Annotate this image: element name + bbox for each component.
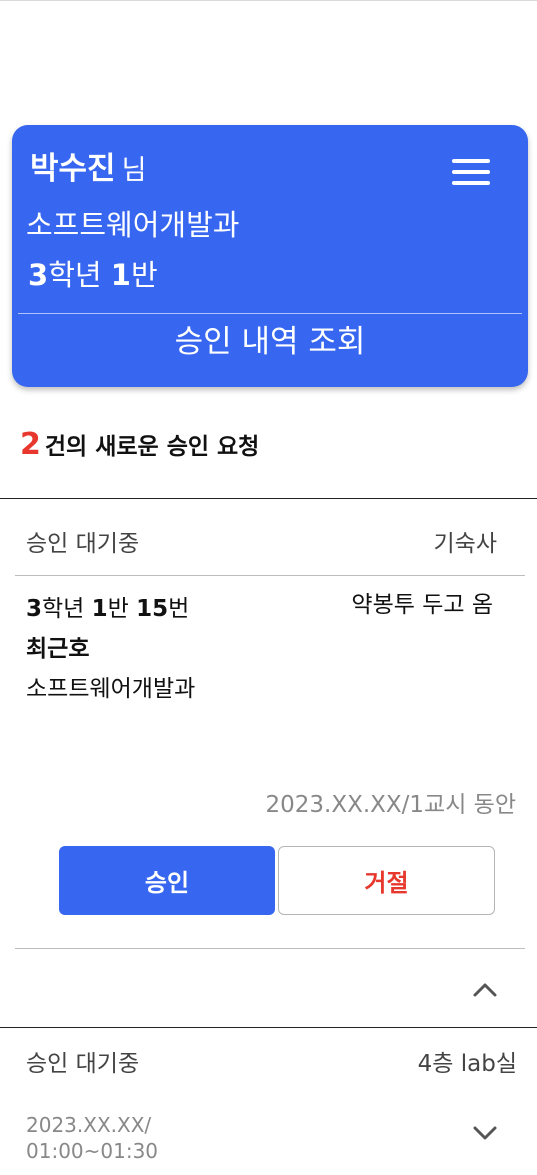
student-name: 최근호 [26,636,90,662]
request-date: 2023.XX.XX/ [26,1113,152,1137]
student-department: 소프트웨어개발과 [26,676,196,702]
menu-bar [452,159,490,163]
request-period: 2023.XX.XX/1교시 동안 [265,792,516,818]
request-status: 승인 대기중 [26,531,140,557]
student-class-number: 1 [91,596,108,622]
approve-button[interactable]: 승인 [59,846,275,915]
student-grade-word: 학년 [42,596,92,622]
new-request-count: 2 [20,427,41,462]
top-border [0,0,537,1]
class-number: 1 [110,258,131,292]
user-department: 소프트웨어개발과 [26,208,240,242]
profile-card: 박수진 님 소프트웨어개발과 3학년 1반 승인 내역 조회 [12,125,528,387]
request-place: 4층 lab실 [417,1051,517,1077]
approval-history-link[interactable]: 승인 내역 조회 [12,321,528,363]
section-divider [0,498,537,499]
chevron-down-icon[interactable] [472,1123,498,1143]
student-class-word: 반 [107,596,137,622]
menu-bar [452,181,490,185]
user-name: 박수진 [30,151,116,187]
section-divider [0,1027,537,1028]
request-footer-divider [15,948,525,949]
card-divider [18,313,522,314]
student-grade-class-number: 3학년 1반 15번 [26,592,189,626]
user-grade-class: 3학년 1반 [28,255,158,295]
request-time: 01:00~01:30 [26,1139,159,1163]
new-request-text: 건의 새로운 승인 요청 [44,434,260,460]
grade-word: 학년 [48,258,111,292]
request-header-divider [15,575,525,576]
reject-button[interactable]: 거절 [278,846,495,915]
menu-bar [452,170,490,174]
chevron-up-icon[interactable] [472,980,498,1000]
user-honorific: 님 [121,155,147,186]
request-place: 기숙사 [433,531,497,557]
student-number-word: 번 [168,596,190,622]
request-status: 승인 대기중 [26,1051,140,1077]
student-number: 15 [136,596,169,622]
user-name-row: 박수진 님 [30,149,146,191]
grade-number: 3 [28,258,49,292]
new-requests-summary: 2 건의 새로운 승인 요청 [20,426,259,466]
class-word: 반 [130,258,158,292]
hamburger-menu-icon[interactable] [452,159,490,185]
request-time-range: 2023.XX.XX/ 01:00~01:30 [26,1112,158,1164]
student-grade-number: 3 [26,596,43,622]
request-reason: 약봉투 두고 옴 [351,592,493,618]
